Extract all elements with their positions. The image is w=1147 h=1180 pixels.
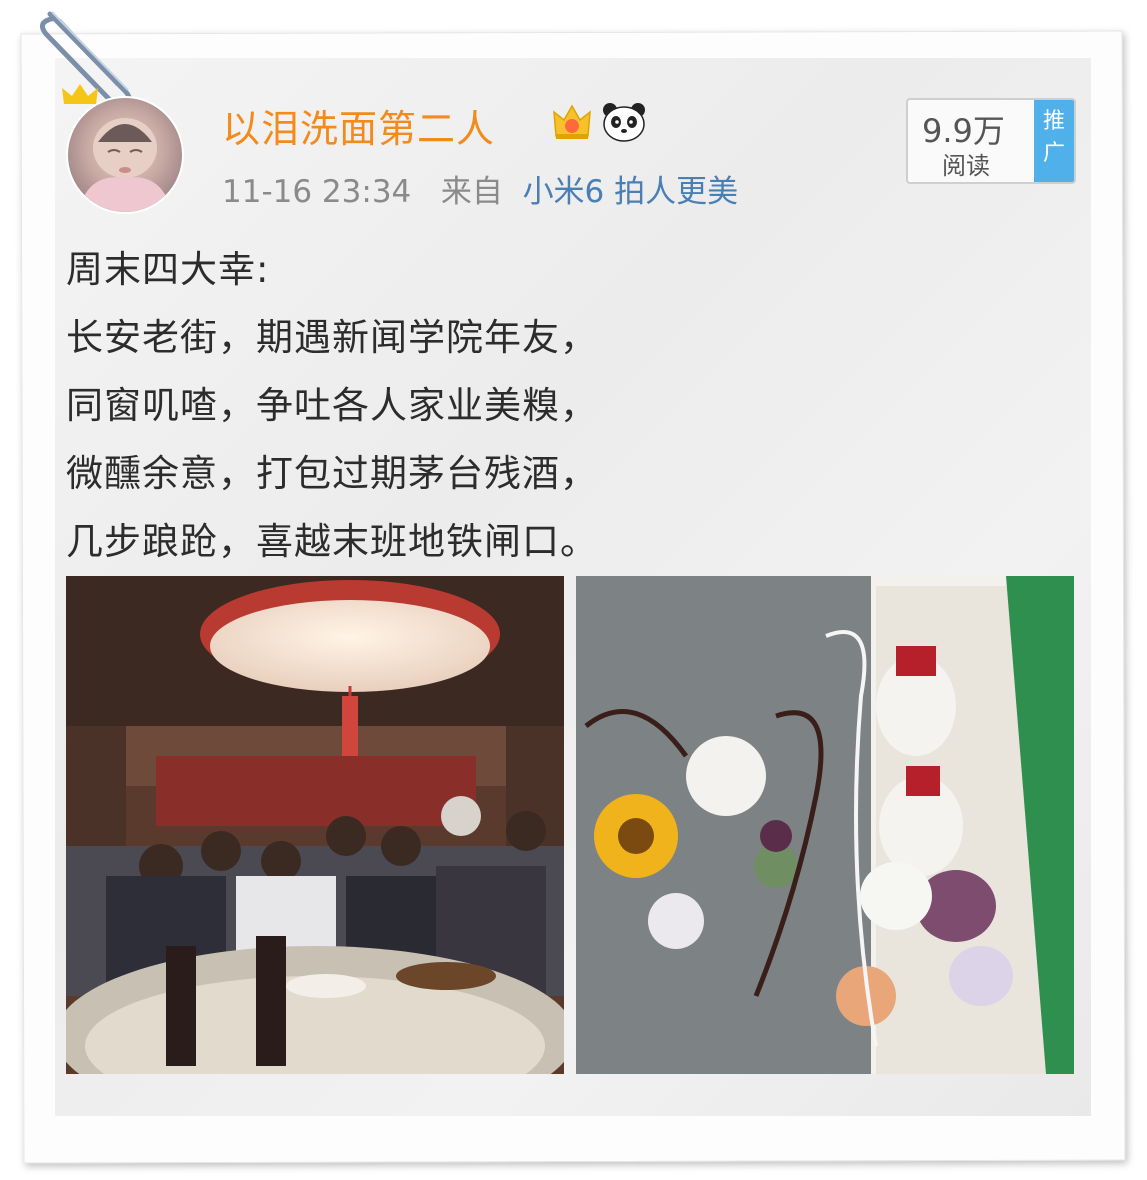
post-line: 长安老街，期遇新闻学院年友，	[66, 316, 598, 359]
read-label: 阅读	[942, 152, 990, 180]
post-line: 周末四大幸:	[66, 248, 270, 291]
promote-label-1: 推	[1042, 109, 1065, 134]
post-line: 微醺余意，打包过期茅台残酒，	[66, 452, 598, 495]
panda-icon[interactable]	[600, 100, 648, 142]
promote-button[interactable]: 推 广	[1034, 100, 1074, 182]
device-link[interactable]: 小米6 拍人更美	[523, 174, 739, 210]
read-count-badge[interactable]: 9.9万 阅读 推 广	[906, 98, 1076, 184]
promote-label-2: 广	[1042, 141, 1065, 166]
avatar[interactable]	[66, 96, 184, 214]
post-meta: 11-16 23:34 来自 小米6 拍人更美	[222, 166, 738, 211]
post-line: 几步踉跄，喜越末班地铁闸口。	[66, 520, 598, 563]
post-line: 同窗叽喳，争吐各人家业美糗，	[66, 384, 598, 427]
post-photo-dinner[interactable]	[66, 576, 564, 1074]
crown-icon	[62, 84, 98, 104]
source-prefix: 来自	[440, 174, 503, 210]
username[interactable]: 以泪洗面第二人	[222, 98, 495, 153]
post-text: 周末四大幸: 长安老街，期遇新闻学院年友， 同窗叽喳，争吐各人家业美糗， 微醺余…	[66, 236, 598, 576]
timestamp: 11-16 23:34	[222, 174, 412, 210]
post-photo-flowers[interactable]	[576, 576, 1074, 1074]
vip-crown-icon[interactable]	[550, 100, 594, 142]
